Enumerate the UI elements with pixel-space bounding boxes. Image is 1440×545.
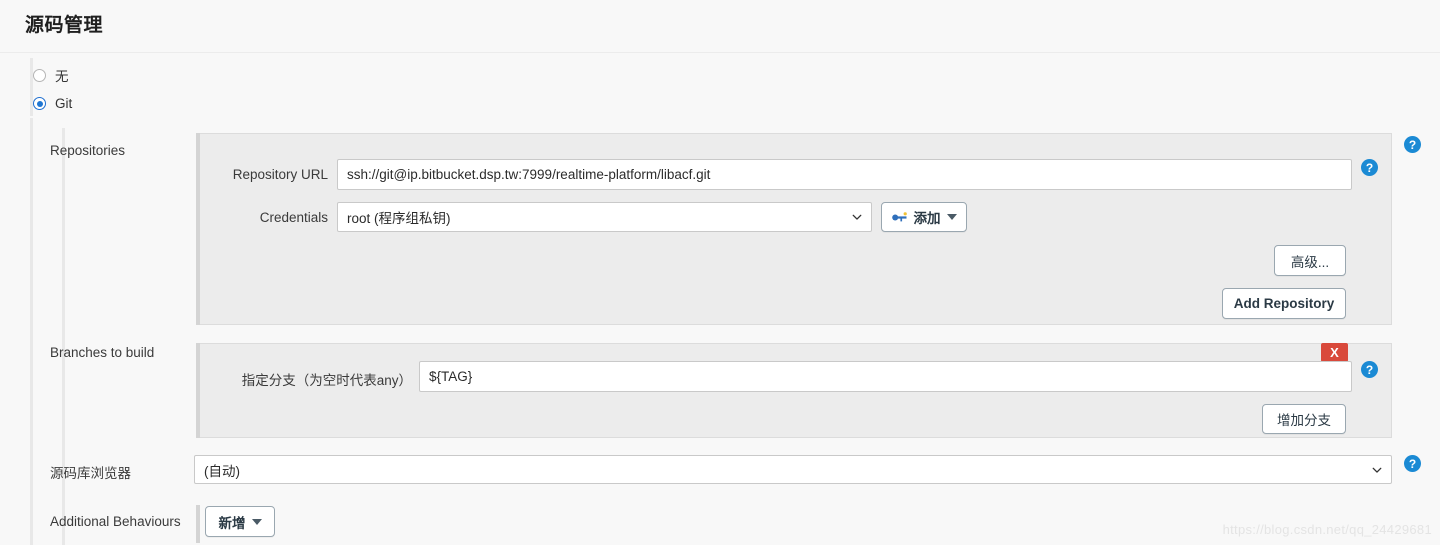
repository-url-input[interactable]: [337, 159, 1352, 190]
caret-down-icon: [946, 214, 957, 220]
branches-label: Branches to build: [50, 345, 155, 360]
credentials-select-value: root (程序组私钥): [347, 211, 451, 226]
chevron-down-icon: [1372, 467, 1382, 473]
repository-url-help-icon[interactable]: ?: [1361, 159, 1378, 176]
radio-none[interactable]: [33, 68, 46, 82]
advanced-button[interactable]: 高级...: [1274, 245, 1346, 276]
repository-browser-label: 源码库浏览器: [50, 466, 131, 481]
add-repository-button[interactable]: Add Repository: [1222, 288, 1346, 319]
repository-url-label: Repository URL: [232, 167, 328, 182]
credentials-label: Credentials: [259, 210, 328, 225]
repository-browser-value: (自动): [204, 463, 240, 479]
watermark: https://blog.csdn.net/qq_24429681: [1222, 522, 1432, 537]
branch-specifier-input[interactable]: [419, 361, 1352, 392]
repository-browser-select[interactable]: (自动): [194, 455, 1392, 484]
scm-option-none[interactable]: 无: [33, 65, 69, 85]
additional-behaviours-label: Additional Behaviours: [50, 514, 181, 529]
credentials-select[interactable]: root (程序组私钥): [337, 202, 872, 232]
left-guide-bar-inner: [62, 128, 65, 545]
left-guide-bar-main: [30, 118, 33, 545]
radio-git[interactable]: [33, 97, 46, 110]
repositories-panel-accent: [196, 133, 200, 325]
add-credentials-label: 添加: [913, 211, 941, 226]
add-credentials-button[interactable]: 添加: [881, 202, 967, 232]
key-icon: [891, 212, 907, 222]
scm-option-git-label: Git: [55, 96, 73, 111]
add-branch-button-label: 增加分支: [1277, 413, 1331, 428]
chevron-down-icon: [852, 214, 862, 220]
branch-specifier-label: 指定分支（为空时代表any）: [241, 373, 412, 388]
scm-option-git[interactable]: Git: [33, 96, 72, 111]
additional-behaviours-add-label: 新增: [218, 515, 246, 531]
scm-option-none-label: 无: [55, 69, 69, 84]
add-repository-button-label: Add Repository: [1233, 296, 1335, 311]
add-branch-button[interactable]: 增加分支: [1262, 404, 1346, 434]
delete-branch-label: X: [1330, 345, 1339, 360]
branches-panel-accent: [196, 343, 200, 438]
title-divider: [0, 52, 1440, 53]
additional-behaviours-add-button[interactable]: 新增: [205, 506, 275, 537]
repositories-help-icon[interactable]: ?: [1404, 136, 1421, 153]
branch-specifier-help-icon[interactable]: ?: [1361, 361, 1378, 378]
repositories-label: Repositories: [50, 143, 126, 158]
caret-down-icon: [251, 518, 262, 525]
advanced-button-label: 高级...: [1290, 254, 1330, 270]
scm-configuration-page: 源码管理 无 Git Repositories Repository URL ?…: [0, 0, 1440, 545]
delete-branch-button[interactable]: X: [1321, 343, 1348, 362]
additional-behaviours-accent: [196, 505, 200, 543]
page-title: 源码管理: [25, 15, 104, 36]
repository-browser-help-icon[interactable]: ?: [1404, 455, 1421, 472]
